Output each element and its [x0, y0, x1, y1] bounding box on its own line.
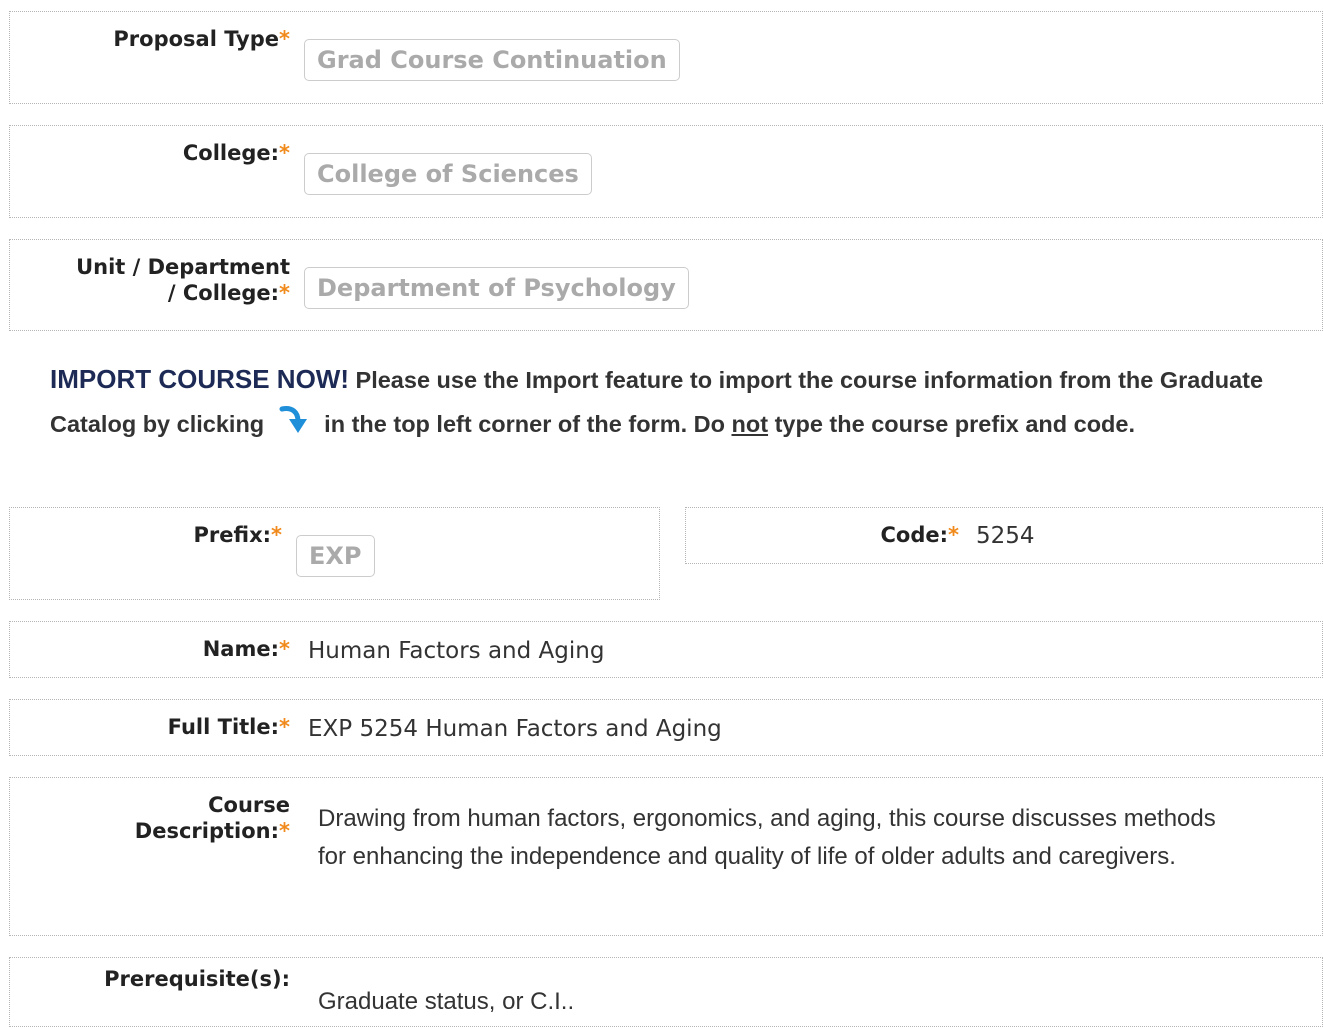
- code-row: Code:* 5254: [685, 507, 1323, 564]
- code-value[interactable]: 5254: [976, 522, 1035, 550]
- prefix-field[interactable]: EXP: [296, 535, 375, 577]
- proposal-type-label: Proposal Type*: [113, 27, 290, 51]
- college-label: College:*: [182, 141, 290, 165]
- course-description-value[interactable]: Drawing from human factors, ergonomics, …: [318, 800, 1248, 876]
- full-title-value[interactable]: EXP 5254 Human Factors and Aging: [308, 715, 722, 743]
- required-marker: *: [279, 637, 290, 661]
- college-row: College:* College of Sciences: [9, 125, 1323, 218]
- name-label: Name:*: [202, 637, 290, 661]
- unit-department-field[interactable]: Department of Psychology: [304, 267, 689, 309]
- unit-department-row: Unit / Department / College:* Department…: [9, 239, 1323, 331]
- proposal-type-field[interactable]: Grad Course Continuation: [304, 39, 680, 81]
- not-emphasis: not: [731, 411, 769, 437]
- full-title-row: Full Title:* EXP 5254 Human Factors and …: [9, 699, 1323, 756]
- required-marker: *: [279, 819, 290, 843]
- prefix-label: Prefix:*: [193, 523, 282, 547]
- course-description-row: Course Description:* Drawing from human …: [9, 777, 1323, 936]
- prerequisites-value[interactable]: Graduate status, or C.I..: [318, 983, 574, 1021]
- import-notice: IMPORT COURSE NOW! Please use the Import…: [50, 364, 1264, 437]
- full-title-label: Full Title:*: [167, 715, 290, 739]
- required-marker: *: [271, 523, 282, 547]
- prerequisites-row: Prerequisite(s): Graduate status, or C.I…: [9, 957, 1323, 1027]
- required-marker: *: [279, 27, 290, 51]
- name-value[interactable]: Human Factors and Aging: [308, 637, 604, 665]
- code-label: Code:*: [880, 523, 960, 547]
- required-marker: *: [948, 523, 959, 547]
- prefix-row: Prefix:* EXP: [9, 507, 660, 600]
- name-row: Name:* Human Factors and Aging: [9, 621, 1323, 678]
- required-marker: *: [279, 281, 290, 305]
- import-heading: IMPORT COURSE NOW!: [50, 364, 349, 394]
- import-arrow-icon[interactable]: [278, 406, 310, 436]
- unit-department-label: Unit / Department / College:*: [76, 255, 290, 305]
- prerequisites-label: Prerequisite(s):: [104, 967, 290, 991]
- required-marker: *: [279, 715, 290, 739]
- course-description-label: Course Description:*: [134, 793, 290, 843]
- required-marker: *: [279, 141, 290, 165]
- college-field[interactable]: College of Sciences: [304, 153, 592, 195]
- proposal-type-row: Proposal Type* Grad Course Continuation: [9, 11, 1323, 104]
